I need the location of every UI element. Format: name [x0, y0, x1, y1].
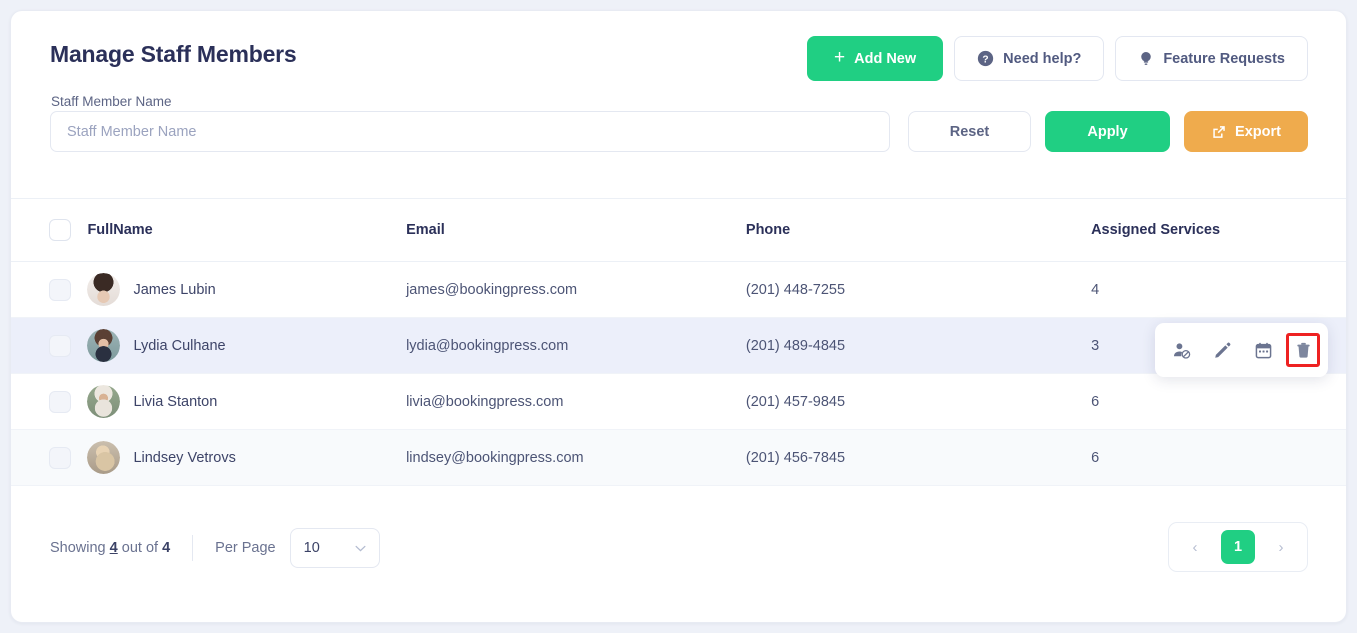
pagination: ‹ 1 › [1168, 522, 1308, 572]
chevron-down-icon [355, 545, 366, 552]
row-checkbox[interactable] [49, 391, 71, 413]
row-services: 4 [1091, 262, 1346, 318]
column-assigned-services: Assigned Services [1091, 199, 1346, 262]
row-name-cell: Lindsey Vetrovs [87, 430, 406, 486]
showing-middle: out of [118, 540, 162, 556]
prev-page-button[interactable]: ‹ [1187, 539, 1203, 556]
row-checkbox[interactable] [49, 335, 71, 357]
table-body: James Lubin james@bookingpress.com (201)… [11, 262, 1346, 486]
export-label: Export [1235, 124, 1281, 140]
feature-requests-button[interactable]: Feature Requests [1115, 36, 1308, 81]
user-off-icon[interactable] [1163, 332, 1200, 369]
row-services: 6 [1091, 374, 1346, 430]
showing-total: 4 [162, 540, 170, 556]
staff-name: Lydia Culhane [133, 338, 225, 354]
footer-divider [192, 535, 193, 561]
row-email: livia@bookingpress.com [406, 374, 746, 430]
row-phone: (201) 457-9845 [746, 374, 1091, 430]
feature-requests-label: Feature Requests [1163, 51, 1285, 67]
avatar [87, 329, 120, 362]
add-new-button[interactable]: + Add New [807, 36, 943, 81]
trash-icon[interactable] [1286, 333, 1320, 367]
avatar [87, 273, 120, 306]
next-page-button[interactable]: › [1273, 539, 1289, 556]
external-link-icon [1211, 124, 1227, 140]
row-phone: (201) 456-7845 [746, 430, 1091, 486]
pencil-icon[interactable] [1204, 332, 1241, 369]
table-row[interactable]: Lydia Culhane lydia@bookingpress.com (20… [11, 318, 1346, 374]
select-all-checkbox[interactable] [49, 219, 71, 241]
row-email: james@bookingpress.com [406, 262, 746, 318]
plus-icon: + [834, 48, 845, 67]
row-checkbox[interactable] [49, 447, 71, 469]
footer-left: Showing 4 out of 4 Per Page 10 [50, 528, 380, 568]
staff-members-card: Manage Staff Members + Add New ? Need he… [10, 10, 1347, 623]
showing-prefix: Showing [50, 540, 110, 556]
staff-name: James Lubin [133, 282, 215, 298]
row-select-cell [11, 374, 87, 430]
showing-summary: Showing 4 out of 4 [50, 540, 170, 556]
column-phone: Phone [746, 199, 1091, 262]
table-header-row: FullName Email Phone Assigned Services [11, 199, 1346, 262]
staff-name-label: Staff Member Name [51, 94, 172, 109]
page-header: Manage Staff Members + Add New ? Need he… [11, 11, 1346, 89]
filter-actions: Reset Apply Export [908, 111, 1308, 152]
row-actions-popover [1155, 323, 1328, 377]
per-page-label: Per Page [215, 540, 275, 556]
row-name-cell: James Lubin [87, 262, 406, 318]
row-email: lydia@bookingpress.com [406, 318, 746, 374]
row-select-cell [11, 262, 87, 318]
need-help-button[interactable]: ? Need help? [954, 36, 1104, 81]
svg-text:?: ? [983, 54, 989, 65]
staff-table: FullName Email Phone Assigned Services J… [11, 199, 1346, 486]
showing-count: 4 [110, 540, 118, 556]
row-name-cell: Livia Stanton [87, 374, 406, 430]
apply-button[interactable]: Apply [1045, 111, 1170, 152]
add-new-label: Add New [854, 51, 916, 67]
row-phone: (201) 448-7255 [746, 262, 1091, 318]
staff-name: Lindsey Vetrovs [133, 450, 235, 466]
row-name-cell: Lydia Culhane [87, 318, 406, 374]
need-help-label: Need help? [1003, 51, 1081, 67]
staff-name-input[interactable] [50, 111, 890, 152]
avatar [87, 385, 120, 418]
per-page-select[interactable]: 10 [290, 528, 380, 568]
page-1-button[interactable]: 1 [1221, 530, 1255, 564]
question-circle-icon: ? [977, 50, 994, 67]
row-select-cell [11, 318, 87, 374]
row-services: 6 [1091, 430, 1346, 486]
row-phone: (201) 489-4845 [746, 318, 1091, 374]
filter-bar: Staff Member Name Reset Apply Export [11, 89, 1346, 199]
row-checkbox[interactable] [49, 279, 71, 301]
reset-button[interactable]: Reset [908, 111, 1031, 152]
avatar [87, 441, 120, 474]
page-title: Manage Staff Members [50, 41, 297, 68]
staff-name: Livia Stanton [133, 394, 217, 410]
select-all-header [11, 199, 87, 262]
table-footer: Showing 4 out of 4 Per Page 10 ‹ 1 › [11, 494, 1346, 622]
column-email: Email [406, 199, 746, 262]
calendar-icon[interactable] [1245, 332, 1282, 369]
export-button[interactable]: Export [1184, 111, 1308, 152]
row-select-cell [11, 430, 87, 486]
table-head: FullName Email Phone Assigned Services [11, 199, 1346, 262]
table-row[interactable]: James Lubin james@bookingpress.com (201)… [11, 262, 1346, 318]
table-row[interactable]: Livia Stanton livia@bookingpress.com (20… [11, 374, 1346, 430]
lightbulb-icon [1138, 50, 1154, 67]
column-fullname: FullName [87, 199, 406, 262]
header-actions: + Add New ? Need help? [807, 36, 1308, 81]
table-row[interactable]: Lindsey Vetrovs lindsey@bookingpress.com… [11, 430, 1346, 486]
row-email: lindsey@bookingpress.com [406, 430, 746, 486]
per-page-value: 10 [304, 540, 320, 556]
